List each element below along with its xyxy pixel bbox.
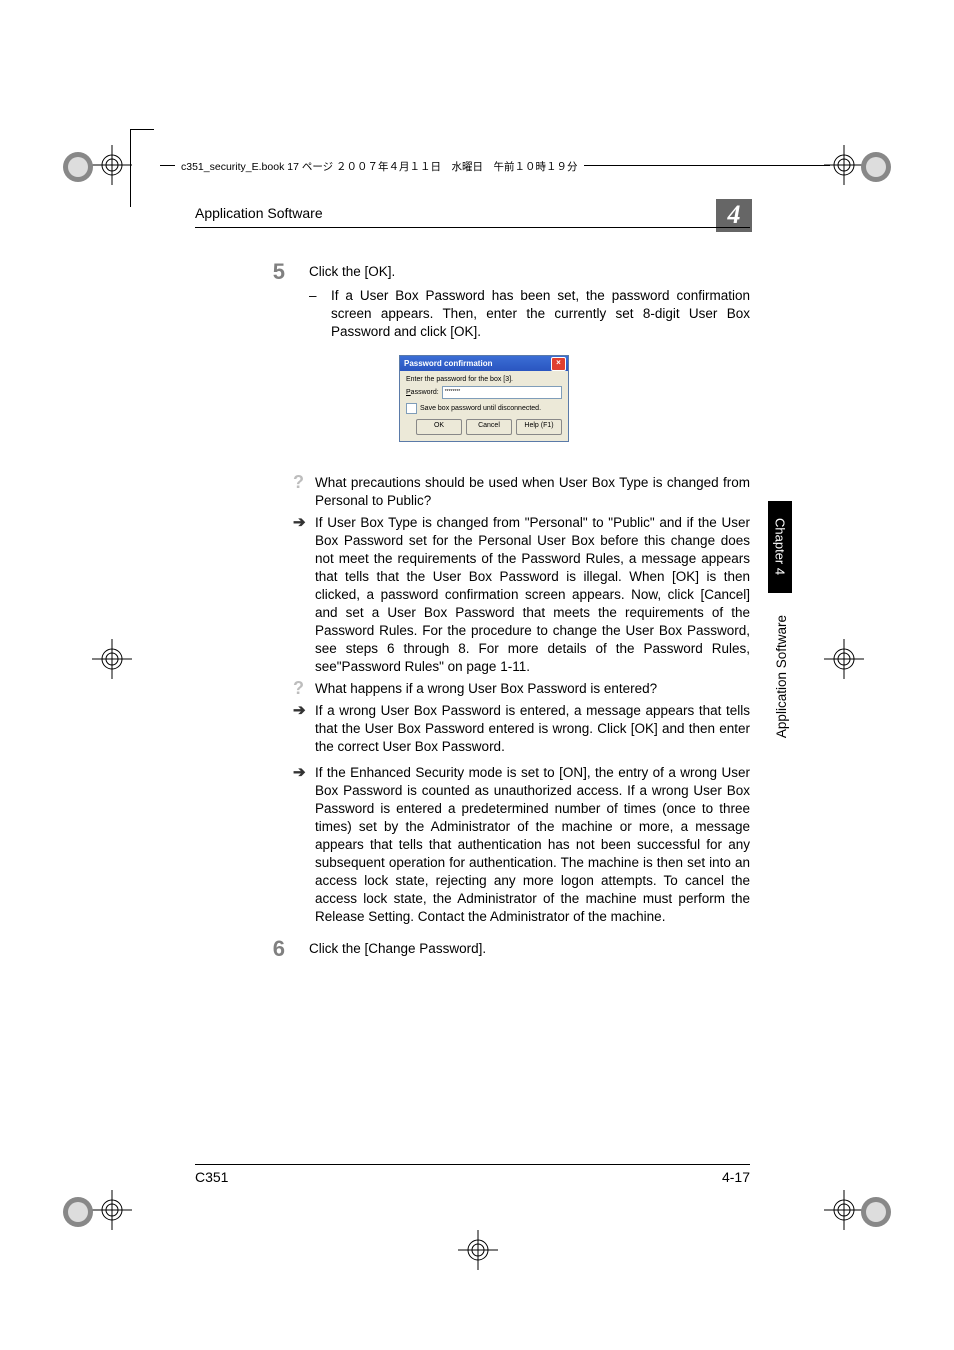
header-title: Application Software <box>195 205 323 221</box>
registration-mark-icon <box>458 1230 498 1270</box>
password-field[interactable]: ******** <box>442 386 562 399</box>
list-item: – If a User Box Password has been set, t… <box>309 287 750 341</box>
dash-icon: – <box>309 287 331 341</box>
password-label: Password: <box>406 389 439 396</box>
registration-mark-icon <box>824 639 864 679</box>
footer-line <box>195 1164 750 1165</box>
help-button[interactable]: Help (F1) <box>516 419 562 435</box>
corner-star-icon <box>858 149 894 185</box>
save-password-checkbox[interactable] <box>406 403 417 414</box>
registration-mark-icon <box>92 1190 132 1230</box>
registration-mark-icon <box>92 639 132 679</box>
question-icon: ? <box>293 474 315 510</box>
dialog-prompt: Enter the password for the box [3]. <box>406 376 562 383</box>
answer-text: If a wrong User Box Password is entered,… <box>315 702 750 756</box>
question-text: What happens if a wrong User Box Passwor… <box>315 680 750 698</box>
sub-text: If a User Box Password has been set, the… <box>331 287 750 341</box>
step-5: 5 Click the [OK]. <box>195 263 750 281</box>
side-tab-chapter: Chapter 4 <box>768 501 792 593</box>
close-icon[interactable]: × <box>551 357 566 371</box>
question-text: What precautions should be used when Use… <box>315 474 750 510</box>
crop-line <box>130 129 131 207</box>
step-number: 6 <box>195 940 309 958</box>
page-header: Application Software 4 <box>195 205 750 235</box>
arrow-icon: ➔ <box>293 702 315 756</box>
footer-right: 4-17 <box>722 1169 750 1185</box>
password-confirmation-dialog: Password confirmation × Enter the passwo… <box>399 355 569 442</box>
corner-star-icon <box>858 1194 894 1230</box>
book-header-text: c351_security_E.book 17 ページ ２００７年４月１１日 水… <box>175 159 584 174</box>
dialog-screenshot: Password confirmation × Enter the passwo… <box>399 355 750 442</box>
side-label: Application Software <box>774 615 789 738</box>
step-5-sublist: – If a User Box Password has been set, t… <box>309 287 750 341</box>
ok-button[interactable]: OK <box>416 419 462 435</box>
qa-block-1: ? What precautions should be used when U… <box>293 474 750 926</box>
registration-mark-icon <box>92 145 132 185</box>
header-underline <box>195 227 750 228</box>
crop-line <box>130 129 154 130</box>
dialog-title: Password confirmation <box>404 359 492 368</box>
question-icon: ? <box>293 680 315 698</box>
step-number: 5 <box>195 263 309 281</box>
step-6: 6 Click the [Change Password]. <box>195 940 750 958</box>
footer-left: C351 <box>195 1169 228 1185</box>
arrow-icon: ➔ <box>293 514 315 676</box>
arrow-icon: ➔ <box>293 764 315 926</box>
step-text: Click the [Change Password]. <box>309 940 750 958</box>
step-text: Click the [OK]. <box>309 263 750 281</box>
answer-text: If the Enhanced Security mode is set to … <box>315 764 750 926</box>
corner-star-icon <box>60 1194 96 1230</box>
page-content: Application Software 4 5 Click the [OK].… <box>195 205 750 1185</box>
cancel-button[interactable]: Cancel <box>466 419 512 435</box>
checkbox-label: Save box password until disconnected. <box>420 405 541 412</box>
corner-star-icon <box>60 149 96 185</box>
dialog-titlebar: Password confirmation × <box>400 356 568 371</box>
answer-text: If User Box Type is changed from "Person… <box>315 514 750 676</box>
